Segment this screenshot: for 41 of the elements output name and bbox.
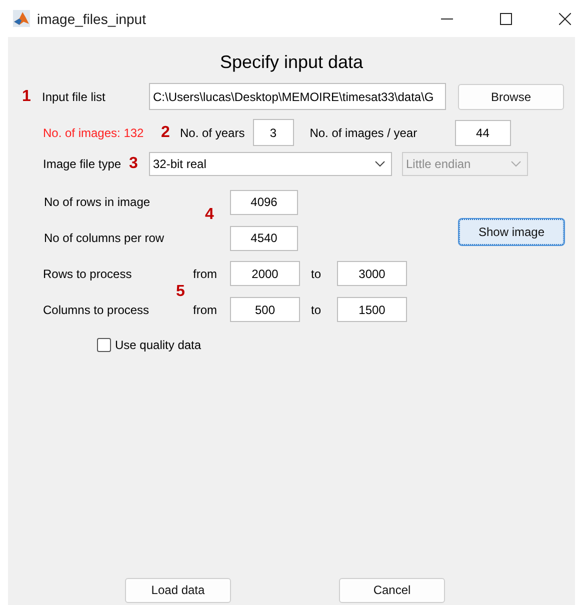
annotation-number: 3 xyxy=(129,154,139,172)
app-icon xyxy=(13,10,30,27)
checkbox[interactable] xyxy=(97,338,111,352)
dialog-button[interactable]: Cancel xyxy=(339,578,445,602)
to-field[interactable]: 1500 xyxy=(337,297,407,322)
chevron-down-icon xyxy=(375,160,385,166)
close-icon[interactable] xyxy=(559,12,571,24)
rows-label: No of rows in image xyxy=(44,195,152,209)
input-file-field[interactable]: C:\Users\lucas\Desktop\MEMOIRE\timesat33\data\G xyxy=(149,83,446,110)
annotation-number: 4 xyxy=(205,206,214,224)
dialog-heading: Specify input data xyxy=(218,52,364,74)
window-title: image_files_input xyxy=(37,10,146,26)
rows-field[interactable]: 4096 xyxy=(230,190,298,214)
years-field[interactable]: 3 xyxy=(252,119,294,146)
annotation-number: 1 xyxy=(22,88,32,106)
from-label: from xyxy=(193,266,218,280)
dialog-button[interactable]: Load data xyxy=(125,578,231,602)
years-label: No. of years xyxy=(180,126,245,140)
annotation-number: 5 xyxy=(176,283,185,301)
image-count-text: No. of images: 132 xyxy=(43,126,145,140)
show-image-button[interactable]: Show image xyxy=(459,218,564,244)
to-label: to xyxy=(311,266,322,280)
file-type-dropdown[interactable]: 32-bit real xyxy=(149,152,392,176)
range-label: Rows to process xyxy=(43,266,133,280)
images-per-year-field[interactable]: 44 xyxy=(454,120,511,146)
columns-field[interactable]: 4540 xyxy=(230,226,298,250)
to-label: to xyxy=(311,302,322,316)
input-file-label: Input file list xyxy=(42,90,106,104)
maximize-icon[interactable] xyxy=(500,12,512,24)
from-label: from xyxy=(193,302,218,316)
from-field[interactable]: 500 xyxy=(230,297,300,322)
quality-checkbox[interactable]: Use quality data xyxy=(97,336,575,354)
columns-label: No of columns per row xyxy=(44,231,166,245)
from-field[interactable]: 2000 xyxy=(230,261,300,286)
browse-button[interactable]: Browse xyxy=(458,84,564,110)
annotation-number: 2 xyxy=(161,124,171,142)
range-label: Columns to process xyxy=(43,302,150,316)
file-type-label: Image file type xyxy=(43,156,122,170)
chevron-down-icon xyxy=(511,160,521,166)
images-per-year-label: No. of images / year xyxy=(310,126,418,140)
to-field[interactable]: 3000 xyxy=(337,261,407,286)
